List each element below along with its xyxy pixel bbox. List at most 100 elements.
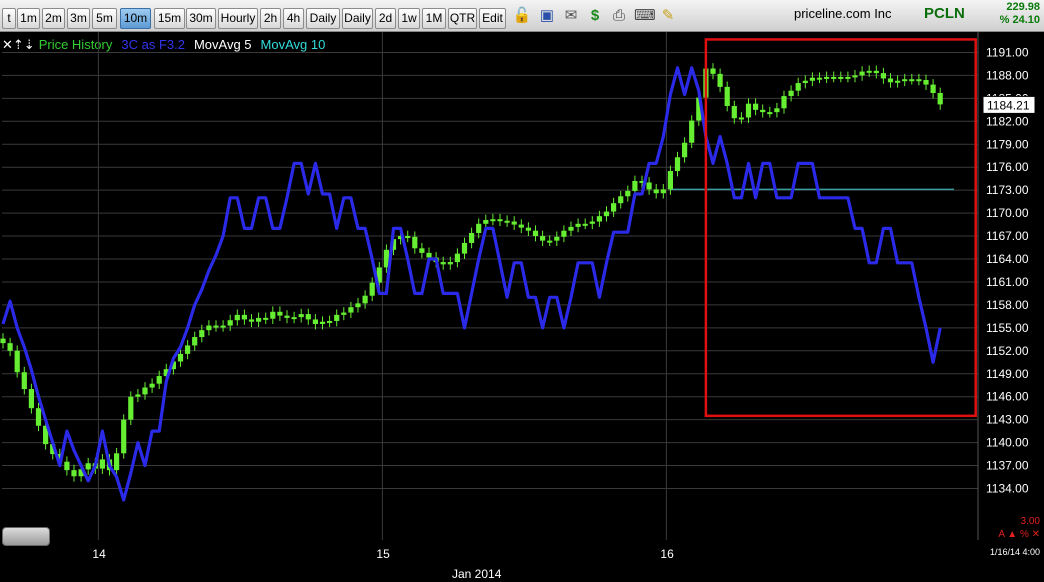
candle-body — [92, 463, 98, 469]
candle-body — [753, 103, 759, 110]
y-tick-label: 1188.00 — [986, 68, 1029, 82]
candle-body — [816, 77, 823, 80]
keyboard-icon[interactable]: ⌨ — [634, 6, 656, 26]
legend-movavg10[interactable]: MovAvg 10 — [261, 37, 326, 52]
dollar-icon[interactable]: $ — [585, 6, 605, 26]
save-icon[interactable]: ▣ — [537, 6, 557, 26]
interval-3m-button[interactable]: 3m — [67, 8, 90, 29]
candle-body — [170, 361, 176, 370]
highlight-box — [704, 38, 977, 418]
x-tick-label: 14 — [92, 547, 106, 561]
candle-body — [554, 236, 560, 241]
interval-hourly-button[interactable]: Hourly — [218, 8, 258, 29]
candle-body — [866, 70, 872, 73]
month-label: Jan 2014 — [452, 567, 502, 581]
interval-1M-button[interactable]: 1M — [422, 8, 446, 29]
print-icon[interactable]: ⎙ — [609, 6, 629, 26]
candle-body — [64, 461, 70, 471]
candle-body — [298, 314, 304, 318]
edit-button[interactable]: Edit — [479, 8, 506, 29]
candle-body — [376, 267, 382, 283]
candle-body — [788, 90, 794, 97]
candle-body — [639, 180, 645, 183]
candle-body — [575, 223, 581, 227]
candle-body — [802, 80, 808, 84]
interval-5m-button[interactable]: 5m — [92, 8, 117, 29]
interval-daily2-button[interactable]: Daily — [342, 8, 373, 29]
x-tick-label: 15 — [376, 547, 390, 561]
ticker-symbol[interactable]: PCLN — [924, 5, 965, 22]
legend-price-history[interactable]: Price History — [39, 37, 113, 52]
candle-body — [270, 311, 276, 319]
candle-body — [618, 196, 624, 204]
interval-10m-button[interactable]: 10m — [120, 8, 151, 29]
candle-body — [284, 315, 290, 318]
candle-body — [142, 387, 148, 395]
interval-t-button[interactable]: t — [2, 8, 16, 29]
candle-body — [646, 182, 652, 190]
candle-body — [689, 120, 695, 143]
candle-body — [71, 470, 77, 477]
candle-body — [511, 221, 517, 225]
interval-1m-button[interactable]: 1m — [17, 8, 40, 29]
candle-body — [390, 239, 397, 250]
candle-body — [163, 369, 169, 377]
lock-icon[interactable]: 🔓 — [512, 6, 532, 26]
y-tick-label: 1167.00 — [986, 229, 1029, 243]
candle-body — [540, 236, 546, 241]
y-tick-label: 1161.00 — [986, 275, 1029, 289]
candle-body — [85, 463, 91, 470]
y-tick-label: 1149.00 — [986, 367, 1029, 381]
last-price: 229.98 — [1006, 1, 1040, 13]
candle-body — [625, 190, 631, 197]
interval-15m-button[interactable]: 15m — [154, 8, 185, 29]
y-tick-label: 1155.00 — [986, 321, 1029, 335]
candle-body — [490, 219, 496, 222]
interval-30m-button[interactable]: 30m — [186, 8, 216, 29]
legend-movavg5[interactable]: MovAvg 5 — [194, 37, 252, 52]
y-tick-label: 1140.00 — [986, 436, 1029, 450]
scroll-handle[interactable] — [2, 527, 50, 546]
price-chart[interactable]: 1134.00 1137.00 1140.00 1143.00 1146.00 1149.… — [0, 0, 1044, 582]
interval-1w-button[interactable]: 1w — [398, 8, 420, 29]
candle-body — [291, 317, 297, 320]
interval-qtr-button[interactable]: QTR — [448, 8, 477, 29]
candle-body — [241, 314, 247, 320]
candle-body — [703, 68, 709, 98]
candle-body — [192, 337, 198, 346]
candle-body — [177, 353, 184, 362]
candle-body — [909, 79, 915, 82]
y-tick-label: 1152.00 — [986, 344, 1029, 358]
y-tick-label: 1191.00 — [986, 45, 1029, 59]
candle-body — [710, 68, 716, 74]
pencil-icon[interactable]: ✎ — [658, 6, 678, 26]
y-tick-label: 1143.00 — [986, 413, 1029, 427]
interval-daily-button[interactable]: Daily — [306, 8, 340, 29]
indicator-3c-path — [1, 66, 942, 502]
candle-body — [504, 220, 510, 223]
candle-body — [277, 311, 283, 316]
interval-2m-button[interactable]: 2m — [42, 8, 65, 29]
y-tick-label: 1137.00 — [986, 459, 1029, 473]
interval-2d-button[interactable]: 2d — [375, 8, 396, 29]
candle-body — [809, 77, 815, 81]
candle-body — [21, 372, 27, 390]
candle-body — [469, 232, 475, 243]
legend-controls[interactable]: ✕⇡⇣ — [2, 37, 35, 52]
indicator-scale-value: 3.00 — [1020, 516, 1040, 527]
interval-4h-button[interactable]: 4h — [283, 8, 304, 29]
y-tick-label: 1134.00 — [986, 482, 1029, 496]
current-price-label: 1184.21 — [987, 98, 1030, 112]
indicator-controls[interactable]: A ▲ % ✕ — [998, 529, 1040, 540]
interval-2h-button[interactable]: 2h — [260, 8, 281, 29]
time-axis: 14 15 16 — [92, 547, 674, 561]
candle-body — [149, 383, 155, 388]
mail-icon[interactable]: ✉ — [561, 6, 581, 26]
y-tick-label: 1146.00 — [986, 390, 1029, 404]
candle-body — [774, 108, 780, 113]
legend-3c[interactable]: 3C as F3.2 — [121, 37, 185, 52]
y-tick-label: 1158.00 — [986, 298, 1029, 312]
candle-body — [582, 223, 588, 226]
company-name: priceline.com Inc — [794, 6, 892, 21]
candle-body — [156, 376, 162, 384]
